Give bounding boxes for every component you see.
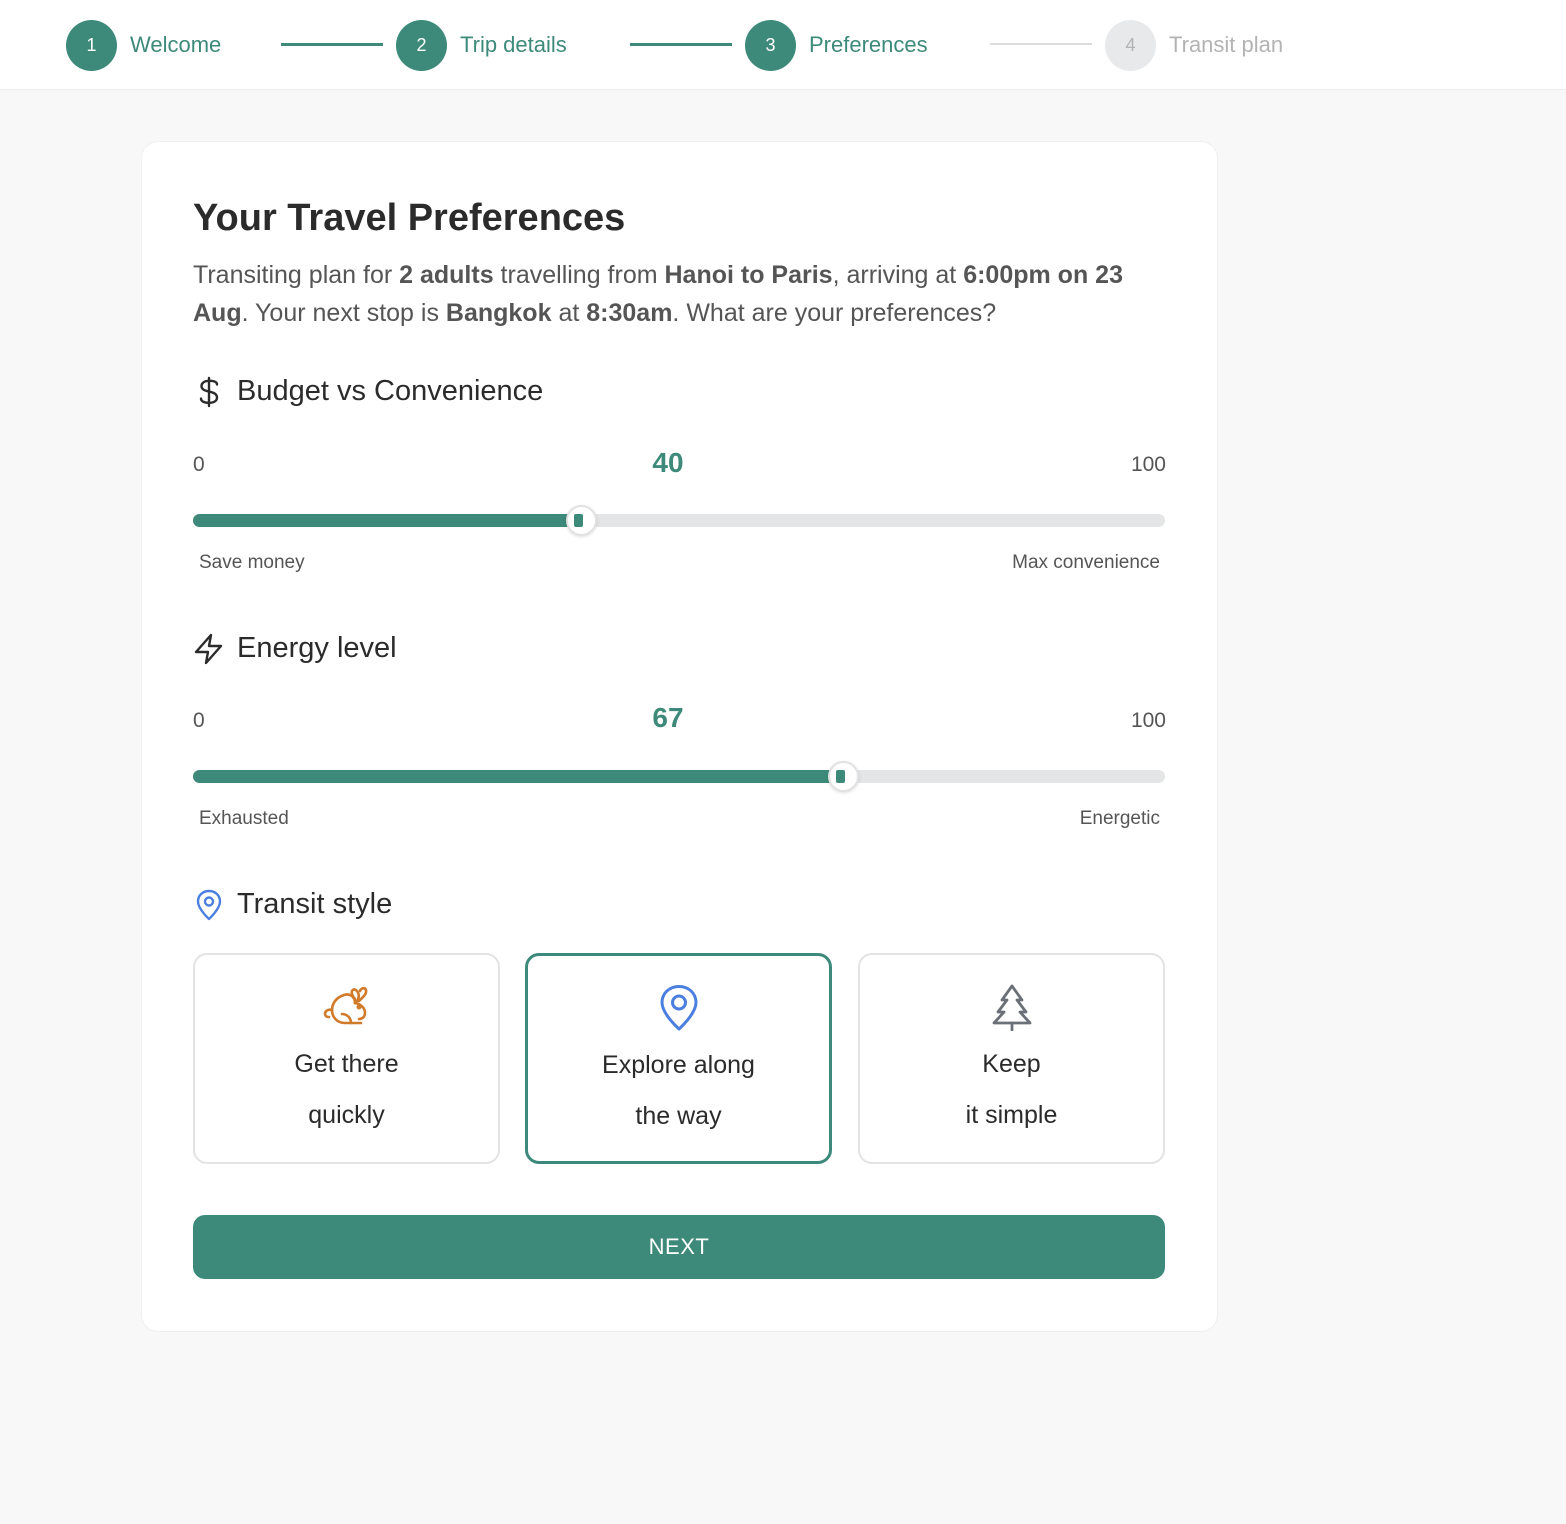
- step-connector: [630, 43, 732, 46]
- step-connector: [990, 43, 1092, 45]
- step-connector: [281, 43, 383, 46]
- rabbit-icon: [195, 983, 498, 1033]
- energy-slider[interactable]: [193, 761, 1165, 792]
- energy-slider-fill: [193, 770, 845, 783]
- transit-style-section-header: Transit style: [193, 888, 392, 921]
- energy-value: 67: [652, 702, 684, 733]
- option-label: it simple: [965, 1101, 1058, 1129]
- step-transit-plan[interactable]: 4 Transit plan: [1105, 19, 1283, 71]
- step-label: Trip details: [460, 32, 567, 57]
- budget-right-caption: Max convenience: [1012, 552, 1160, 573]
- intro-adults: 2 adults: [399, 261, 494, 289]
- step-number: 3: [745, 19, 796, 71]
- lightning-icon: [193, 633, 225, 665]
- tree-icon: [860, 983, 1163, 1033]
- budget-value: 40: [652, 447, 684, 478]
- energy-right-caption: Energetic: [1079, 808, 1160, 829]
- intro-segment: . What are your preferences?: [672, 299, 997, 327]
- intro-segment: travelling from: [493, 261, 665, 289]
- option-label: Explore along: [602, 1051, 755, 1079]
- step-number: 2: [396, 19, 447, 71]
- step-label: Preferences: [809, 32, 928, 57]
- option-label: the way: [635, 1102, 722, 1130]
- energy-slider-thumb[interactable]: [828, 761, 860, 792]
- intro-next-stop: Bangkok: [445, 299, 552, 327]
- step-label: Welcome: [130, 32, 222, 57]
- budget-section-title: Budget vs Convenience: [237, 375, 544, 407]
- intro-segment: at: [551, 299, 587, 327]
- option-label: quickly: [308, 1101, 385, 1129]
- step-welcome[interactable]: 1 Welcome: [66, 19, 221, 71]
- progress-stepper: 1 Welcome 2 Trip details 3 Preferences 4…: [0, 0, 1566, 90]
- budget-section-header: Budget vs Convenience: [193, 375, 543, 408]
- budget-slider-fill: [193, 514, 582, 527]
- step-label: Transit plan: [1169, 32, 1284, 57]
- budget-slider[interactable]: [193, 505, 1165, 536]
- energy-max-label: 100: [1130, 709, 1166, 732]
- option-label: Keep: [982, 1050, 1041, 1078]
- preferences-card: Your Travel Preferences Transiting plan …: [142, 142, 1217, 1331]
- energy-left-caption: Exhausted: [199, 808, 289, 829]
- transit-style-section-title: Transit style: [237, 888, 393, 920]
- option-label: Get there: [294, 1050, 399, 1078]
- transit-style-options: Get there quickly Explore along the way …: [193, 953, 1165, 1164]
- energy-section-header: Energy level: [193, 632, 397, 665]
- intro-segment: . Your next stop is: [241, 299, 446, 327]
- map-pin-icon: [193, 889, 225, 921]
- map-pin-icon: [528, 984, 829, 1034]
- page-title: Your Travel Preferences: [193, 197, 626, 239]
- option-get-there-quickly[interactable]: Get there quickly: [193, 953, 500, 1164]
- intro-segment: Transiting plan for: [193, 261, 400, 289]
- step-preferences[interactable]: 3 Preferences: [745, 19, 928, 71]
- step-trip-details[interactable]: 2 Trip details: [396, 19, 567, 71]
- option-keep-it-simple[interactable]: Keep it simple: [858, 953, 1165, 1164]
- intro-next-time: 8:30am: [586, 299, 673, 327]
- budget-left-caption: Save money: [199, 552, 305, 573]
- next-button[interactable]: NEXT: [193, 1215, 1165, 1279]
- intro-segment: , arriving at: [832, 261, 964, 289]
- energy-section-title: Energy level: [237, 632, 397, 664]
- step-number: 1: [66, 19, 117, 71]
- budget-max-label: 100: [1130, 453, 1166, 476]
- intro-route: Hanoi to Paris: [664, 261, 833, 289]
- step-number: 4: [1105, 19, 1156, 71]
- intro-text: Transiting plan for 2 adults travelling …: [193, 256, 1183, 332]
- budget-slider-thumb[interactable]: [565, 505, 597, 536]
- dollar-icon: [193, 376, 225, 408]
- option-explore-along-the-way[interactable]: Explore along the way: [525, 953, 832, 1164]
